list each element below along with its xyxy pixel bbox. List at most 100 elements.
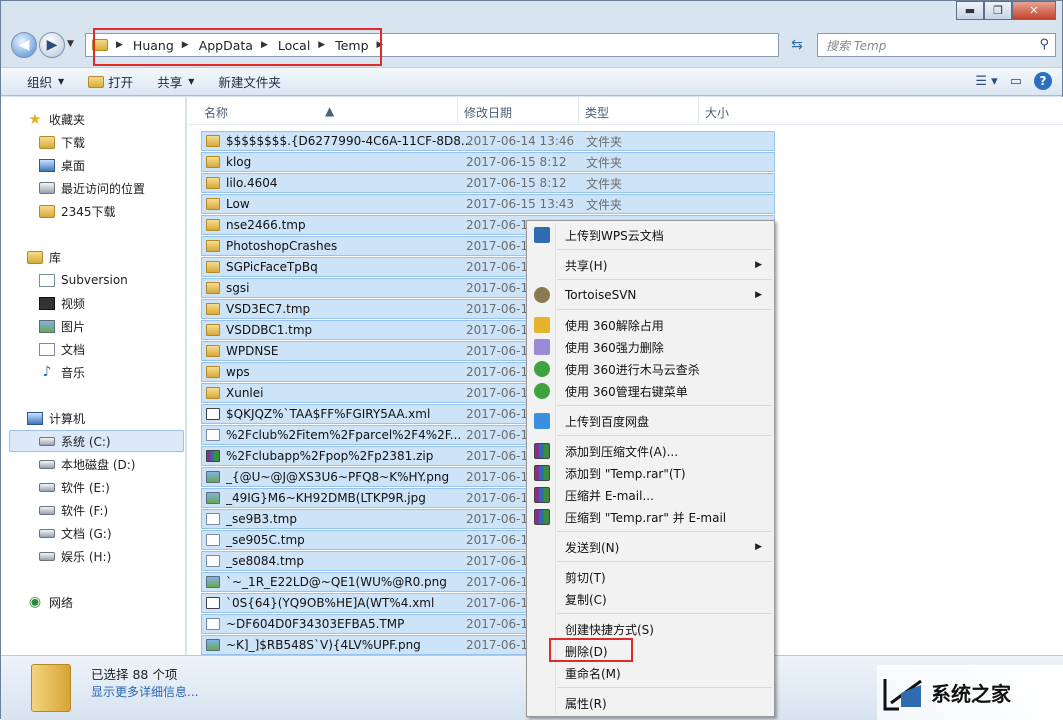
document-icon: [39, 342, 55, 356]
nav-label: 桌面: [61, 158, 86, 173]
drive-icon: [39, 505, 55, 515]
nav-item-recent-places[interactable]: 最近访问的位置: [39, 178, 145, 198]
menu-upload-baidu[interactable]: 上传到百度网盘: [529, 410, 772, 432]
nav-network[interactable]: ◉ 网络: [27, 592, 73, 612]
nav-item-pictures[interactable]: 图片: [39, 316, 85, 336]
nav-computer[interactable]: 计算机: [27, 408, 85, 428]
forward-button[interactable]: ▶: [39, 32, 65, 58]
menu-label: 属性(R): [565, 696, 607, 711]
menu-label: 复制(C): [565, 592, 607, 607]
file-lock-icon: [206, 429, 220, 441]
column-name[interactable]: 名称: [204, 104, 228, 121]
nav-item-2345-downloads[interactable]: 2345下载: [39, 201, 116, 221]
nav-item-drive-c[interactable]: 系统 (C:): [39, 431, 111, 451]
nav-item-videos[interactable]: 视频: [39, 293, 85, 313]
view-options-icon[interactable]: ☰ ▾: [975, 74, 997, 89]
menu-tortoisesvn[interactable]: TortoiseSVN ▶: [529, 284, 772, 306]
menu-360-unlock[interactable]: 使用 360解除占用: [529, 314, 772, 336]
image-file-icon: [206, 471, 220, 483]
nav-favorites[interactable]: ★ 收藏夹: [27, 109, 85, 129]
nav-item-drive-h[interactable]: 娱乐 (H:): [39, 546, 111, 566]
share-button[interactable]: 共享 ▼: [145, 68, 206, 95]
computer-icon: [27, 411, 43, 425]
menu-360-trojan-scan[interactable]: 使用 360进行木马云查杀: [529, 358, 772, 380]
search-icon[interactable]: ⚲: [1039, 37, 1049, 52]
star-icon: ★: [28, 110, 42, 128]
menu-add-temp-rar[interactable]: 添加到 "Temp.rar"(T): [529, 462, 772, 484]
file-row[interactable]: klog 2017-06-15 8:12 文件夹: [201, 152, 775, 172]
menu-label: 使用 360进行木马云查杀: [565, 362, 700, 377]
nav-label: 网络: [49, 595, 74, 610]
nav-item-drive-f[interactable]: 软件 (F:): [39, 500, 108, 520]
xml-file-icon: [206, 408, 220, 420]
winrar-icon: [534, 465, 550, 481]
column-date[interactable]: 修改日期: [464, 104, 512, 121]
file-row[interactable]: Low 2017-06-15 13:43 文件夹: [201, 194, 775, 214]
maximize-button[interactable]: ❐: [984, 1, 1012, 20]
refresh-icon[interactable]: ⇆: [783, 33, 811, 57]
column-divider[interactable]: [457, 97, 458, 125]
menu-add-archive[interactable]: 添加到压缩文件(A)...: [529, 440, 772, 462]
folder-icon: [39, 204, 55, 218]
nav-libraries[interactable]: 库: [27, 247, 61, 267]
menu-rename[interactable]: 重命名(M): [529, 662, 772, 684]
menu-share[interactable]: 共享(H) ▶: [529, 254, 772, 276]
search-input[interactable]: 搜索 Temp ⚲: [817, 33, 1056, 57]
360-shield-icon: [534, 361, 550, 377]
nav-item-downloads[interactable]: 下载: [39, 132, 85, 152]
nav-item-documents[interactable]: 文档: [39, 339, 85, 359]
watermark-logo: [881, 673, 925, 713]
desktop-icon: [39, 158, 55, 172]
watermark: 系统之家: [877, 665, 1063, 720]
file-modified-date: 2017-06-1: [466, 302, 529, 316]
file-type: 文件夹: [586, 155, 623, 170]
menu-properties[interactable]: 属性(R): [529, 692, 772, 714]
file-modified-date: 2017-06-1: [466, 596, 529, 610]
preview-pane-icon[interactable]: ▭: [1010, 74, 1022, 89]
organize-button[interactable]: 组织 ▼: [1, 68, 76, 95]
column-divider[interactable]: [578, 97, 579, 125]
nav-label: 下载: [61, 135, 86, 150]
open-button[interactable]: 打开: [76, 68, 145, 95]
nav-item-drive-g[interactable]: 文档 (G:): [39, 523, 112, 543]
menu-send-to[interactable]: 发送到(N) ▶: [529, 536, 772, 558]
new-folder-button[interactable]: 新建文件夹: [206, 68, 293, 95]
menu-label: 重命名(M): [565, 666, 621, 681]
nav-label: 系统 (C:): [61, 434, 111, 449]
image-file-icon: [206, 639, 220, 651]
menu-cut[interactable]: 剪切(T): [529, 566, 772, 588]
nav-item-drive-e[interactable]: 软件 (E:): [39, 477, 110, 497]
column-size[interactable]: 大小: [705, 104, 729, 121]
menu-create-shortcut[interactable]: 创建快捷方式(S): [529, 618, 772, 640]
menu-compress-temp-email[interactable]: 压缩到 "Temp.rar" 并 E-mail: [529, 506, 772, 528]
menu-upload-wps[interactable]: 上传到WPS云文档: [529, 224, 772, 246]
file-name: nse2466.tmp: [226, 218, 306, 232]
menu-separator: [557, 279, 772, 280]
file-row[interactable]: $$$$$$$$.{D6277990-4C6A-11CF-8D8... 2017-…: [201, 131, 775, 151]
minimize-button[interactable]: ▬: [956, 1, 984, 20]
help-icon[interactable]: ?: [1034, 72, 1052, 90]
file-name: sgsi: [226, 281, 250, 295]
nav-item-subversion[interactable]: Subversion: [39, 270, 128, 290]
nav-label: 收藏夹: [49, 112, 86, 127]
file-row[interactable]: lilo.4604 2017-06-15 8:12 文件夹: [201, 173, 775, 193]
back-button[interactable]: ◀: [11, 32, 37, 58]
nav-item-drive-d[interactable]: 本地磁盘 (D:): [39, 454, 135, 474]
menu-label: 上传到WPS云文档: [565, 228, 664, 243]
file-name: _{@U~@J@XS3U6~PFQ8~K%HY.png: [226, 470, 450, 484]
column-divider[interactable]: [698, 97, 699, 125]
file-modified-date: 2017-06-1: [466, 428, 529, 442]
nav-item-desktop[interactable]: 桌面: [39, 155, 85, 175]
file-modified-date: 2017-06-1: [466, 407, 529, 421]
menu-360-force-delete[interactable]: 使用 360强力删除: [529, 336, 772, 358]
menu-separator: [557, 531, 772, 532]
menu-copy[interactable]: 复制(C): [529, 588, 772, 610]
column-type[interactable]: 类型: [585, 104, 609, 121]
nav-item-music[interactable]: ♪ 音乐: [39, 362, 85, 382]
menu-compress-email[interactable]: 压缩并 E-mail...: [529, 484, 772, 506]
close-button[interactable]: ✕: [1012, 1, 1056, 20]
recent-pages-dropdown-icon[interactable]: ▼: [67, 39, 74, 49]
menu-360-manage[interactable]: 使用 360管理右键菜单: [529, 380, 772, 402]
show-more-details-link[interactable]: 显示更多详细信息...: [91, 683, 198, 700]
baidu-cloud-icon: [534, 413, 550, 429]
